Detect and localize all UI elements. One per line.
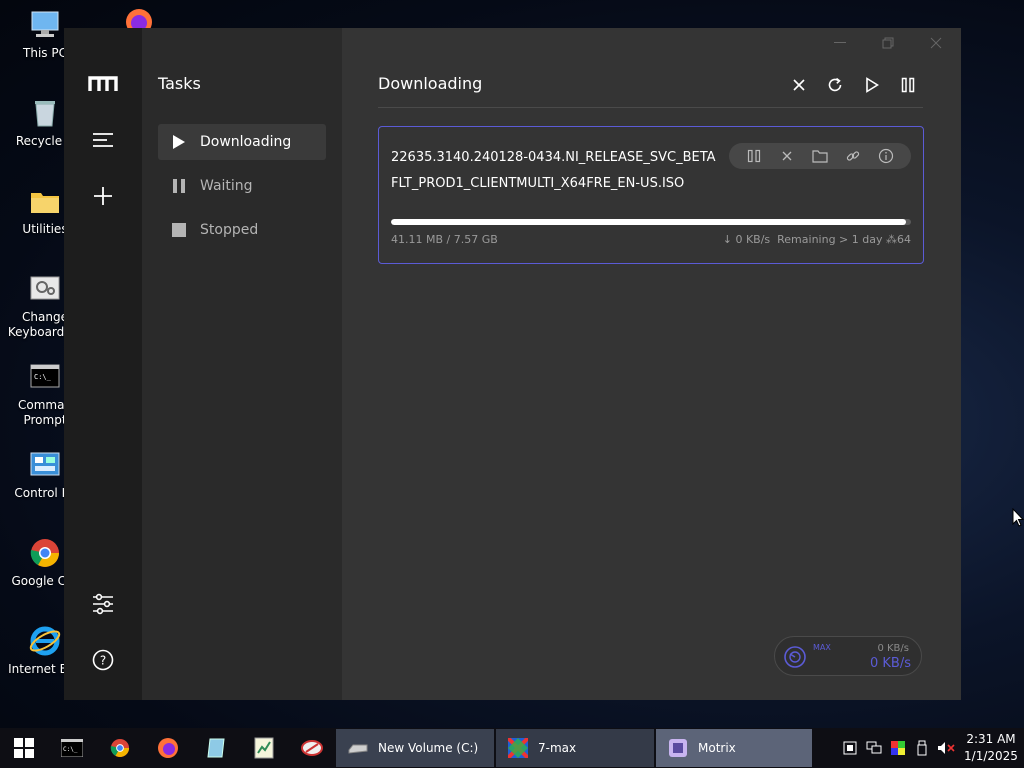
title-divider <box>378 107 923 108</box>
speed-limit: MAX <box>813 643 831 652</box>
task-size: 41.11 MB / 7.57 GB <box>391 233 498 246</box>
speedometer[interactable]: MAX 0 KB/s 0 KB/s <box>774 636 922 676</box>
play-icon <box>158 134 200 150</box>
network-icon[interactable] <box>862 728 886 768</box>
svg-text:C:\_: C:\_ <box>63 746 78 753</box>
command-prompt-icon: C:\_ <box>28 360 62 394</box>
start-icon[interactable] <box>0 728 48 768</box>
nav-rail: ? <box>64 28 142 700</box>
play-icon[interactable] <box>861 74 883 96</box>
chrome-icon[interactable] <box>96 728 144 768</box>
settings-icon[interactable] <box>88 589 118 619</box>
tablet-icon[interactable] <box>838 728 862 768</box>
main-panel: Downloading 22635.3140.240128-0434.NI_RE… <box>342 28 961 700</box>
close-icon[interactable] <box>788 74 810 96</box>
download-speed-total: 0 KB/s <box>870 656 911 671</box>
system-tray: 2:31 AM 1/1/2025 <box>838 728 1024 768</box>
help-icon[interactable]: ? <box>88 645 118 675</box>
filter-label: Downloading <box>200 134 292 150</box>
minimize-button[interactable] <box>828 34 852 52</box>
menu-icon[interactable] <box>88 125 118 155</box>
firefox-icon[interactable] <box>144 728 192 768</box>
remaining-time: Remaining > 1 day <box>777 233 883 246</box>
chrome-icon <box>28 536 62 570</box>
page-title: Downloading <box>378 74 483 93</box>
command-prompt-icon[interactable]: C:\_ <box>48 728 96 768</box>
drive-icon <box>348 738 368 758</box>
svg-text:C:\_: C:\_ <box>34 373 52 381</box>
taskbar-window-label: 7-max <box>538 741 577 755</box>
task-filter-panel: Tasks Downloading Waiting Stopped <box>142 28 342 700</box>
keyboard-settings-icon <box>28 272 62 306</box>
7max-icon <box>506 736 530 760</box>
spreadsheet-icon[interactable] <box>240 728 288 768</box>
speedometer-icon <box>783 645 807 673</box>
maximize-button[interactable] <box>876 34 900 52</box>
computer-icon <box>28 8 62 42</box>
taskbar: C:\_ New Volume (C:) 7-max Motrix 2:31 A… <box>0 728 1024 768</box>
filter-waiting[interactable]: Waiting <box>158 168 326 204</box>
taskbar-window-new-volume[interactable]: New Volume (C:) <box>336 729 494 767</box>
task-stats: ↓ 0 KB/s Remaining > 1 day ⁂64 <box>723 233 911 246</box>
info-icon[interactable] <box>876 146 896 166</box>
color-icon[interactable] <box>886 728 910 768</box>
taskbar-window-motrix[interactable]: Motrix <box>656 729 812 767</box>
clock-time: 2:31 AM <box>966 732 1016 746</box>
svg-text:?: ? <box>100 654 106 668</box>
notepad-icon[interactable] <box>192 728 240 768</box>
stop-icon <box>158 222 200 238</box>
taskbar-window-label: New Volume (C:) <box>378 741 479 755</box>
pause-icon[interactable] <box>897 74 919 96</box>
close-window-button[interactable] <box>924 34 948 52</box>
mouse-cursor <box>1012 507 1024 532</box>
task-actions <box>729 143 911 169</box>
usb-icon[interactable] <box>910 728 934 768</box>
folder-icon[interactable] <box>810 146 830 166</box>
connections-count: 64 <box>897 233 911 246</box>
download-speed: ↓ 0 KB/s <box>722 233 771 246</box>
folder-icon <box>28 184 62 218</box>
upload-speed: 0 KB/s <box>877 643 909 654</box>
filter-downloading[interactable]: Downloading <box>158 124 326 160</box>
pause-icon[interactable] <box>744 146 764 166</box>
volume-muted-icon[interactable] <box>934 728 958 768</box>
taskbar-window-label: Motrix <box>698 741 736 755</box>
progress-fill <box>391 219 906 225</box>
motrix-icon <box>668 738 688 758</box>
filter-label: Waiting <box>200 178 253 194</box>
link-icon[interactable] <box>843 146 863 166</box>
task-item[interactable]: 22635.3140.240128-0434.NI_RELEASE_SVC_BE… <box>378 126 924 264</box>
motrix-window: ? Tasks Downloading Waiting Stopped Down… <box>64 28 961 700</box>
tool-icon[interactable] <box>288 728 336 768</box>
clock-date: 1/1/2025 <box>964 749 1018 763</box>
add-icon[interactable] <box>88 181 118 211</box>
sidebar-title: Tasks <box>158 74 201 93</box>
filter-stopped[interactable]: Stopped <box>158 212 326 248</box>
recycle-bin-icon <box>28 96 62 130</box>
refresh-icon[interactable] <box>824 74 846 96</box>
firefox-icon <box>124 6 154 28</box>
control-panel-icon <box>28 448 62 482</box>
taskbar-window-7max[interactable]: 7-max <box>496 729 654 767</box>
internet-explorer-icon <box>28 624 62 658</box>
close-icon[interactable] <box>777 146 797 166</box>
progress-bar <box>391 219 911 225</box>
app-logo <box>86 69 120 99</box>
filter-label: Stopped <box>200 222 259 238</box>
clock[interactable]: 2:31 AM 1/1/2025 <box>958 731 1024 765</box>
task-name: 22635.3140.240128-0434.NI_RELEASE_SVC_BE… <box>391 150 716 191</box>
pause-icon <box>158 178 200 194</box>
connections-icon: ⁂ <box>886 233 897 246</box>
